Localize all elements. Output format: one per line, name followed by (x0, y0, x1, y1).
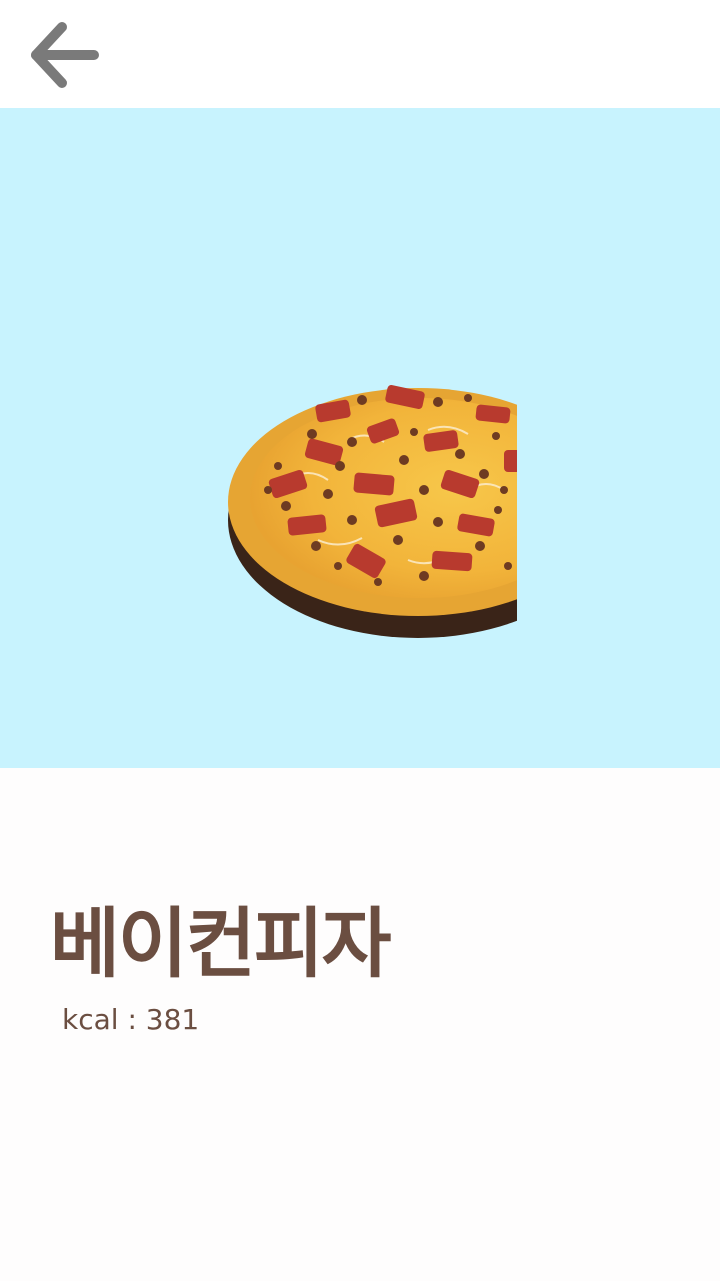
food-image-area (0, 108, 720, 768)
arrow-left-icon (31, 22, 99, 88)
food-info: 베이컨피자 kcal : 381 (0, 768, 720, 1281)
food-name: 베이컨피자 (50, 899, 392, 988)
top-bar (0, 0, 720, 108)
bacon-pizza-image (228, 384, 517, 638)
calorie-label: kcal : 381 (62, 1003, 200, 1036)
back-button[interactable] (14, 14, 110, 96)
